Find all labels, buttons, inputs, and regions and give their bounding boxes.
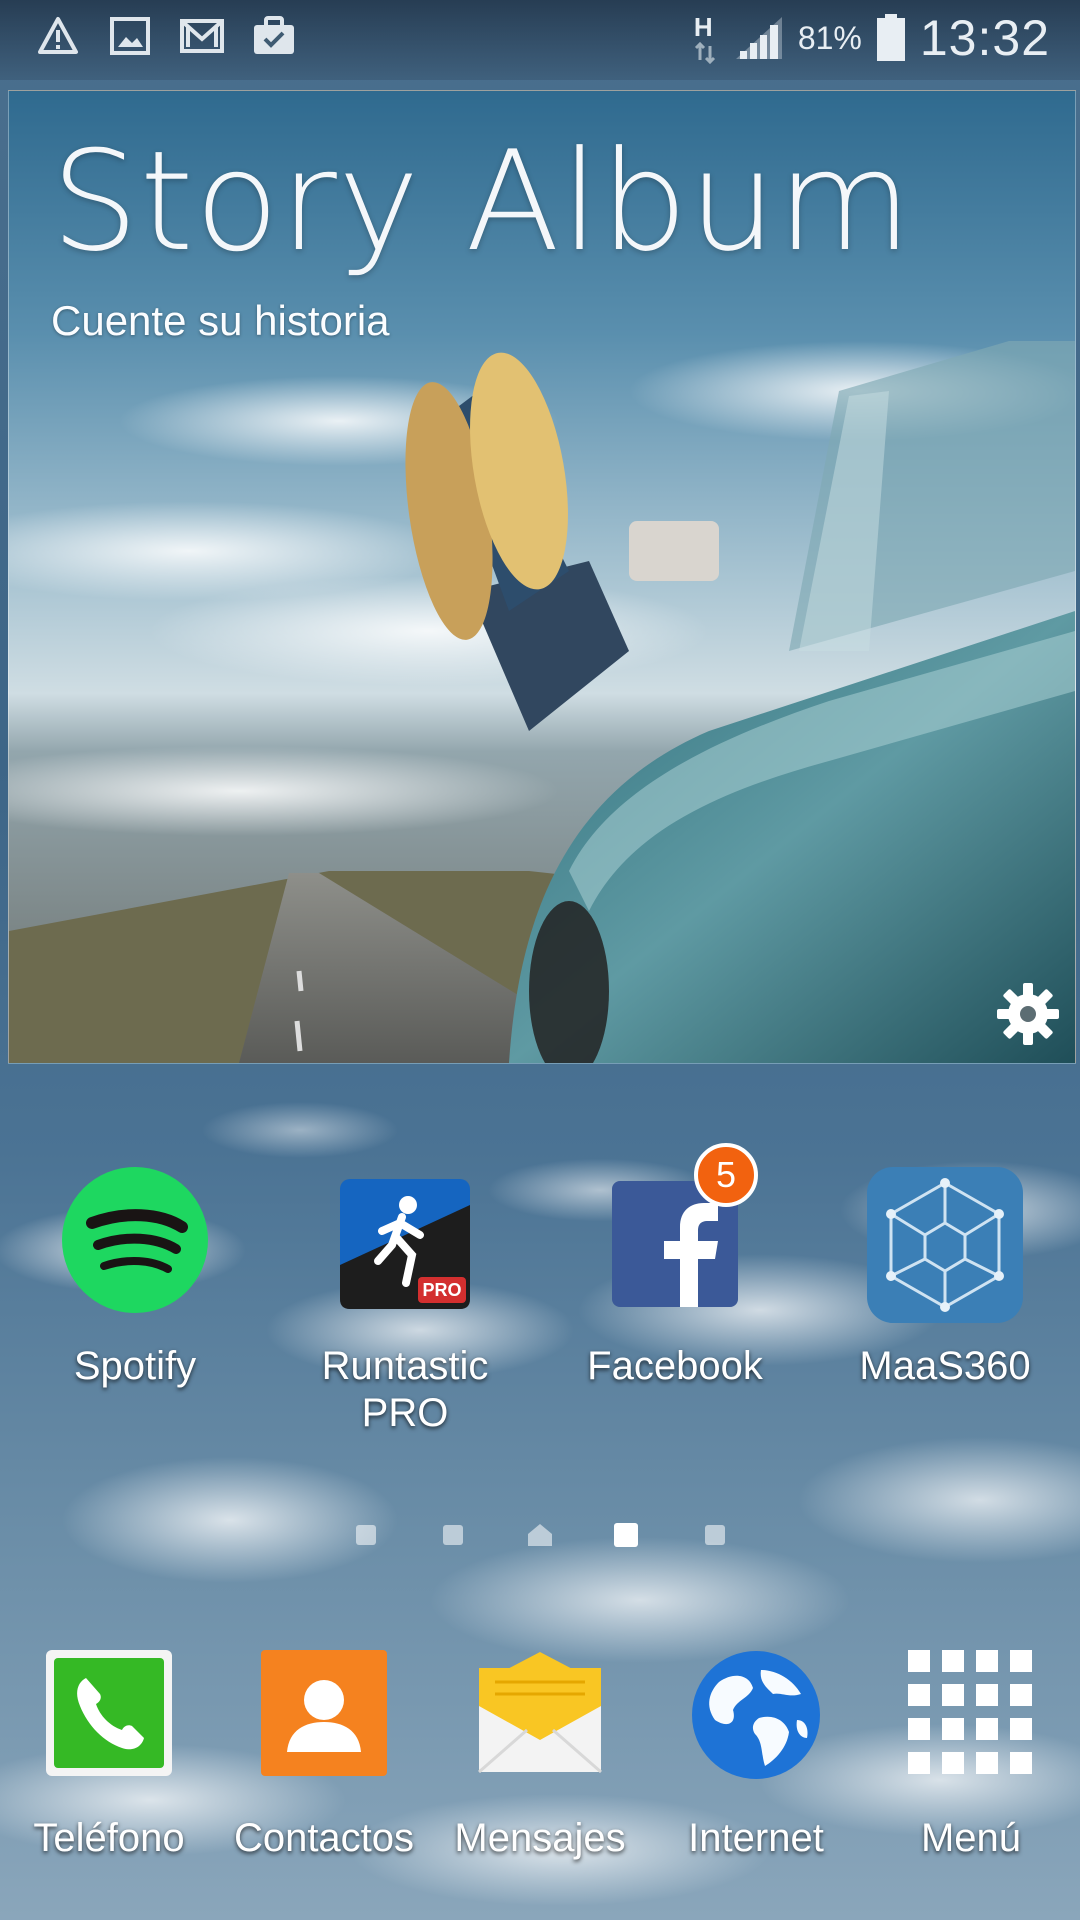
app-label: Spotify <box>73 1344 197 1388</box>
page-indicator[interactable] <box>0 1520 1080 1550</box>
app-runtastic-pro[interactable]: PRO Runtastic PRO <box>290 1165 520 1437</box>
app-label: Runtastic PRO <box>321 1344 489 1435</box>
dock-internet[interactable]: Internet <box>651 1648 861 1861</box>
dock-messages[interactable]: Mensajes <box>435 1648 645 1861</box>
dock-phone[interactable]: Teléfono <box>4 1648 214 1861</box>
notification-icons <box>36 14 296 58</box>
network-type-indicator: H <box>690 10 720 66</box>
maas360-icon <box>867 1167 1023 1323</box>
network-type-label: H <box>693 12 713 42</box>
widget-subtitle: Cuente su historia <box>51 297 390 344</box>
home-page-icon[interactable] <box>526 1522 554 1548</box>
status-bar[interactable]: H 81% 13:32 <box>0 0 1080 80</box>
dock-label: Internet <box>688 1816 824 1860</box>
dock-label: Mensajes <box>454 1816 626 1860</box>
signal-icon <box>735 17 782 59</box>
page-dot[interactable] <box>356 1525 376 1545</box>
page-dot[interactable] <box>443 1525 463 1545</box>
widget-title: Story Album <box>51 121 913 282</box>
runtastic-icon: PRO <box>340 1179 470 1309</box>
app-label: Facebook <box>587 1344 763 1388</box>
briefcase-icon <box>252 14 296 58</box>
dock-label: Contactos <box>233 1816 415 1860</box>
contacts-icon <box>261 1650 387 1776</box>
page-dot[interactable] <box>705 1525 725 1545</box>
warning-icon <box>36 14 80 58</box>
dock-menu[interactable]: Menú <box>866 1648 1076 1861</box>
dock-contacts[interactable]: Contactos <box>219 1648 429 1861</box>
phone-icon <box>46 1650 172 1776</box>
battery-percent: 81% <box>797 19 862 56</box>
data-arrows-icon <box>694 42 715 64</box>
page-dot-active[interactable] <box>614 1523 638 1547</box>
gmail-icon <box>180 14 224 58</box>
app-label: MaaS360 <box>859 1344 1031 1388</box>
messages-icon <box>478 1652 602 1774</box>
app-spotify[interactable]: Spotify <box>20 1165 250 1390</box>
app-facebook[interactable]: 5 Facebook <box>560 1143 790 1390</box>
runtastic-pro-tag: PRO <box>422 1280 461 1300</box>
gear-icon[interactable] <box>995 981 1061 1047</box>
notification-badge: 5 <box>694 1143 758 1207</box>
app-maas360[interactable]: MaaS360 <box>830 1165 1060 1390</box>
spotify-icon <box>62 1167 208 1313</box>
battery-icon <box>876 14 905 61</box>
internet-icon <box>692 1651 820 1779</box>
clock: 13:32 <box>919 10 1050 66</box>
dock-label: Teléfono <box>33 1816 185 1860</box>
dock-label: Menú <box>920 1816 1022 1860</box>
gallery-icon <box>108 14 152 58</box>
apps-grid-icon <box>908 1650 1032 1774</box>
story-album-widget[interactable]: Story Album Cuente su historia <box>8 90 1076 1064</box>
